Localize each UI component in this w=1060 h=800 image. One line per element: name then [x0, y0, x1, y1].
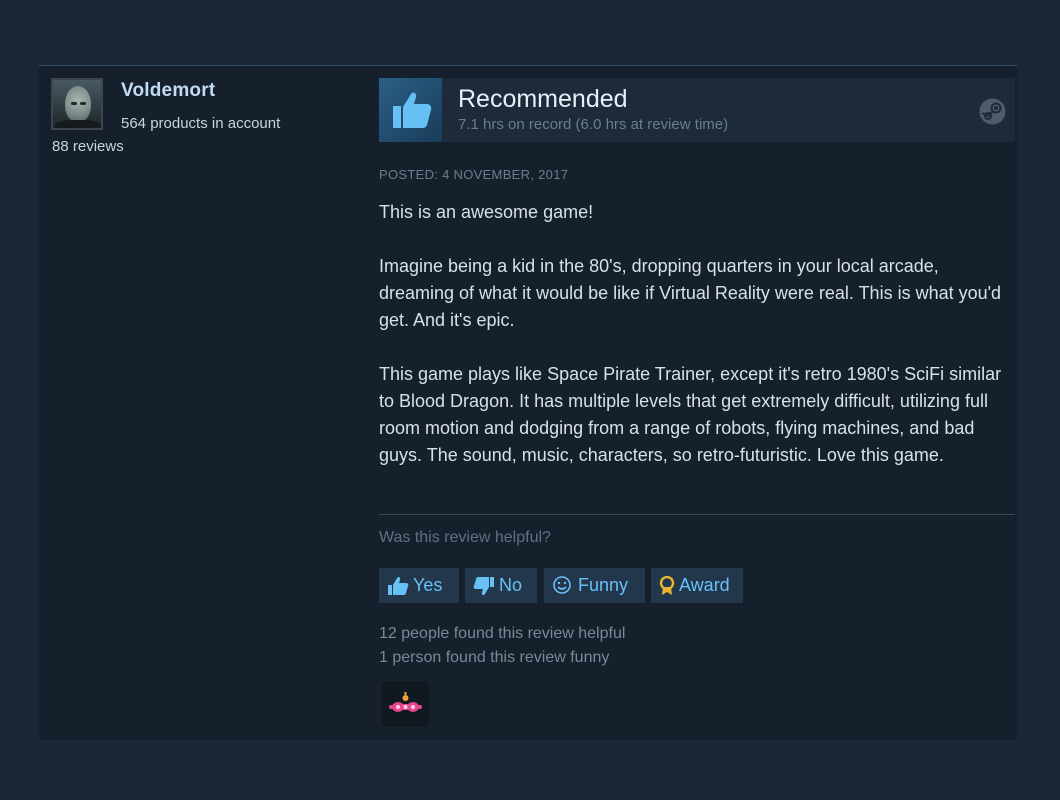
vote-funny-button[interactable]: Funny: [544, 568, 645, 603]
review-paragraph: This is an awesome game!: [379, 202, 594, 222]
steam-icon: [979, 98, 1006, 125]
avatar-face: [65, 86, 91, 122]
reviewer-avatar[interactable]: [51, 78, 103, 130]
reviews-count[interactable]: 88 reviews: [52, 138, 124, 155]
review-paragraph: This game plays like Space Pirate Traine…: [379, 364, 1002, 465]
award-button[interactable]: Award: [651, 568, 743, 603]
award-ribbon-icon: [659, 575, 675, 595]
review-paragraph: Imagine being a kid in the 80's, droppin…: [379, 256, 1002, 330]
thumbs-up-icon: [379, 78, 442, 142]
thumbs-up-icon: [388, 576, 409, 595]
products-count[interactable]: 564 products in account: [121, 115, 280, 132]
posted-date: POSTED: 4 NOVEMBER, 2017: [379, 167, 569, 182]
vote-no-button[interactable]: No: [465, 568, 537, 603]
vote-yes-button[interactable]: Yes: [379, 568, 459, 603]
yes-label: Yes: [413, 575, 443, 595]
thumbs-down-icon: [473, 576, 494, 595]
hours-on-record: 7.1 hrs on record (6.0 hrs at review tim…: [458, 116, 729, 133]
award-label: Award: [679, 575, 730, 595]
review-card: Voldemort 564 products in account 88 rev…: [39, 65, 1017, 740]
helpful-count: 12 people found this review helpful: [379, 625, 626, 642]
reviewer-name[interactable]: Voldemort: [121, 80, 215, 102]
divider: [379, 514, 1015, 515]
funny-count: 1 person found this review funny: [379, 649, 610, 666]
smiley-icon: [553, 575, 571, 594]
vote-header[interactable]: Recommended 7.1 hrs on record (6.0 hrs a…: [379, 78, 1015, 142]
funny-label: Funny: [578, 575, 629, 595]
award-badge-icon[interactable]: [382, 681, 429, 727]
helpful-question: Was this review helpful?: [379, 529, 551, 546]
review-body: This is an awesome game! Imagine being a…: [379, 199, 1007, 469]
no-label: No: [499, 575, 523, 595]
review-verdict: Recommended: [458, 85, 628, 113]
